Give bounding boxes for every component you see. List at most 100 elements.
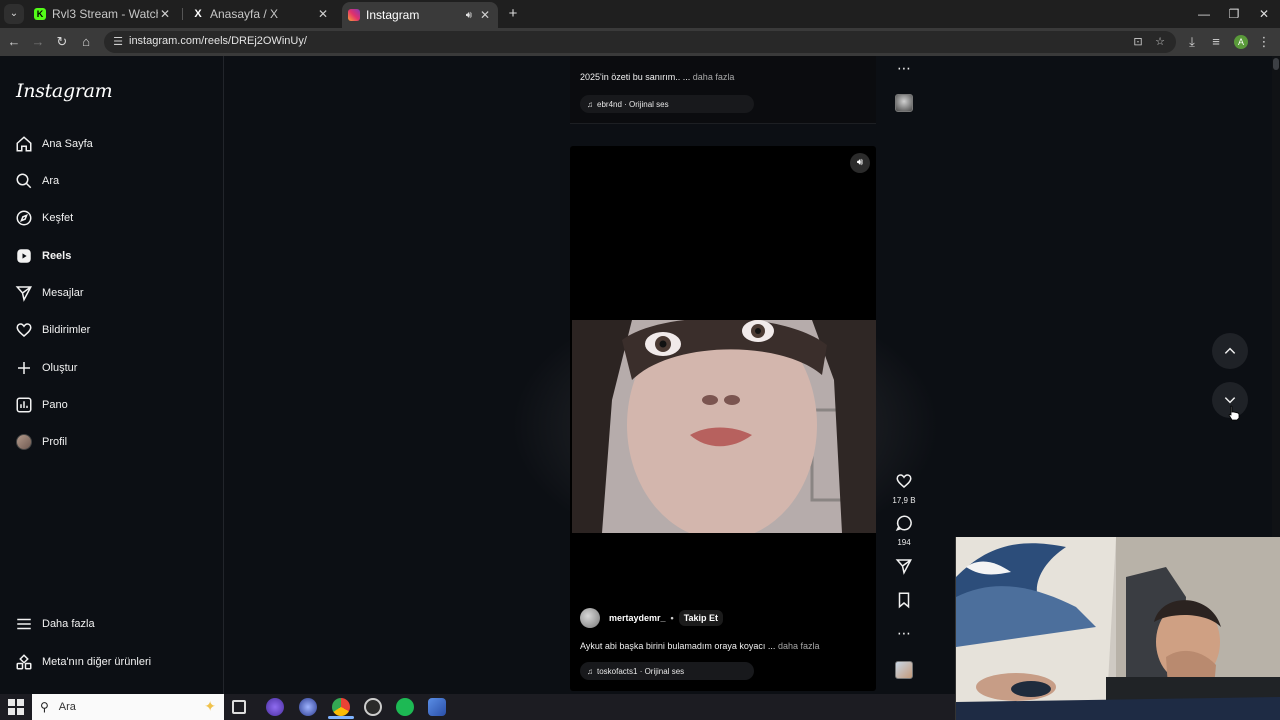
more-options-icon[interactable]: ⋯ [892, 60, 916, 77]
compass-icon [14, 208, 34, 228]
tab-title: Anasayfa / X [210, 7, 279, 21]
instagram-favicon-icon [348, 9, 360, 21]
profile-avatar [14, 432, 34, 452]
reels-icon [14, 246, 34, 266]
app-icon[interactable] [299, 698, 317, 716]
sidebar-item-notifications[interactable]: Bildirimler [14, 317, 90, 343]
tab-instagram[interactable]: Instagram 🔊︎ ✕ [342, 2, 498, 28]
bookmark-icon [898, 592, 910, 609]
task-view-icon[interactable] [232, 700, 246, 714]
plus-icon [14, 358, 34, 378]
heart-icon [896, 474, 912, 488]
send-icon [895, 559, 912, 575]
app-icon[interactable] [364, 698, 382, 716]
sidebar-item-messages[interactable]: Mesajlar [14, 280, 84, 306]
minimize-icon[interactable]: — [1194, 5, 1214, 23]
scrollbar-thumb[interactable] [1273, 58, 1279, 70]
app-icon[interactable] [266, 698, 284, 716]
search-placeholder: Ara [58, 701, 76, 713]
install-app-icon[interactable]: ⊡ [1130, 34, 1146, 50]
tab-title: Instagram [366, 8, 420, 22]
x-favicon-icon: X [194, 8, 202, 20]
home-icon[interactable]: ⌂ [76, 32, 96, 52]
taskbar-search[interactable]: ⚲ Ara ✦ [32, 694, 224, 720]
spotify-icon[interactable] [396, 698, 414, 716]
sidebar-item-search[interactable]: Ara [14, 168, 59, 194]
download-icon[interactable]: ⤓ [1182, 32, 1202, 52]
tab-kick[interactable]: K Rvl3 Stream - Watch Live on Ki ✕ [28, 3, 178, 25]
search-icon [14, 171, 34, 191]
audio-pill[interactable]: ♫ toskofacts1 · Orijinal ses [580, 662, 754, 680]
heart-icon [14, 320, 34, 340]
new-tab-button[interactable]: + [504, 5, 522, 23]
video-frame[interactable] [572, 320, 876, 533]
audio-thumbnail[interactable] [895, 661, 913, 679]
comment-action[interactable]: 194 [892, 514, 916, 547]
address-bar[interactable]: ☰ instagram.com/reels/DREj2OWinUy/ ⊡ ☆ [104, 31, 1176, 53]
sidebar-item-label: Meta'nın diğer ürünleri [42, 656, 152, 668]
browser-menu-icon[interactable]: ⋮ [1254, 32, 1274, 52]
volume-icon[interactable]: 🔊︎ [850, 153, 870, 173]
like-action[interactable]: 17,9 B [892, 472, 916, 505]
search-icon: ⚲ [40, 700, 49, 714]
forward-icon[interactable]: → [28, 32, 48, 52]
audio-pill[interactable]: ♫ ebr4nd · Orijinal ses [580, 95, 754, 113]
close-icon[interactable]: ✕ [158, 7, 172, 21]
share-action[interactable] [892, 557, 916, 580]
close-icon[interactable]: ✕ [478, 8, 492, 22]
restore-icon[interactable]: ❐ [1224, 5, 1244, 23]
sidebar-item-label: Daha fazla [42, 618, 95, 630]
sidebar-item-dashboard[interactable]: Pano [14, 392, 68, 418]
author-avatar[interactable] [580, 608, 600, 628]
music-note-icon: ♫ [587, 666, 593, 676]
sidebar-item-label: Reels [42, 250, 72, 262]
sidebar-item-profile[interactable]: Profil [14, 429, 67, 455]
sidebar-item-meta[interactable]: Meta'nın diğer ürünleri [14, 649, 151, 675]
more-link[interactable]: daha fazla [778, 641, 820, 651]
audio-thumbnail[interactable] [895, 94, 913, 112]
audio-playing-icon[interactable]: 🔊︎ [466, 10, 472, 21]
author-username[interactable]: mertaydemr_ [609, 613, 666, 623]
music-note-icon: ♫ [587, 99, 593, 109]
more-options-icon[interactable]: ⋯ [892, 625, 916, 642]
media-control-icon[interactable]: ≡ [1206, 32, 1226, 52]
bookmark-star-icon[interactable]: ☆ [1152, 34, 1168, 50]
comment-count: 194 [897, 538, 911, 547]
tab-title: Rvl3 Stream - Watch Live on Ki [52, 7, 158, 21]
sidebar-item-more[interactable]: Daha fazla [14, 611, 95, 637]
tab-x[interactable]: X Anasayfa / X ✕ [186, 3, 336, 25]
save-action[interactable] [892, 591, 916, 614]
sidebar-item-reels[interactable]: Reels [14, 243, 71, 269]
chrome-icon[interactable] [332, 698, 350, 716]
instagram-logo[interactable]: Instagram [16, 80, 113, 102]
close-window-icon[interactable]: ✕ [1254, 5, 1274, 23]
close-icon[interactable]: ✕ [316, 7, 330, 21]
search-highlight-icon: ✦ [204, 698, 216, 714]
sidebar-item-home[interactable]: Ana Sayfa [14, 131, 93, 157]
sidebar-item-label: Oluştur [42, 362, 78, 374]
previous-reel: 2025'in özeti bu sanırım.. ... daha fazl… [570, 56, 876, 124]
tab-divider [182, 8, 183, 20]
reel-player[interactable]: 🔊︎ mertaydemr_ • Takip Et Aykut abi başk… [570, 146, 876, 691]
follow-button[interactable]: Takip Et [678, 610, 724, 626]
home-icon [14, 134, 34, 154]
sidebar-item-explore[interactable]: Keşfet [14, 205, 73, 231]
sidebar-item-create[interactable]: Oluştur [14, 355, 77, 381]
caption-text: 2025'in özeti bu sanırım.. ... [580, 72, 691, 82]
windows-start-icon[interactable] [8, 699, 24, 715]
app-icon[interactable] [428, 698, 446, 716]
site-info-icon[interactable]: ☰ [110, 34, 126, 50]
more-link[interactable]: daha fazla [693, 72, 735, 82]
sidebar-item-label: Bildirimler [42, 324, 91, 336]
back-icon[interactable]: ← [4, 32, 24, 52]
previous-reel-button[interactable] [1212, 333, 1248, 369]
kick-favicon-icon: K [34, 8, 46, 20]
browser-window: ⌄ K Rvl3 Stream - Watch Live on Ki ✕ X A… [0, 0, 1280, 720]
browser-profile-avatar[interactable]: A [1234, 35, 1248, 49]
send-icon [14, 283, 34, 303]
sidebar-item-label: Ana Sayfa [42, 138, 93, 150]
reload-icon[interactable]: ↻ [52, 32, 72, 52]
sidebar-item-label: Keşfet [42, 212, 74, 224]
tab-search-button[interactable]: ⌄ [4, 4, 24, 24]
audio-label: ebr4nd · Orijinal ses [597, 99, 669, 109]
